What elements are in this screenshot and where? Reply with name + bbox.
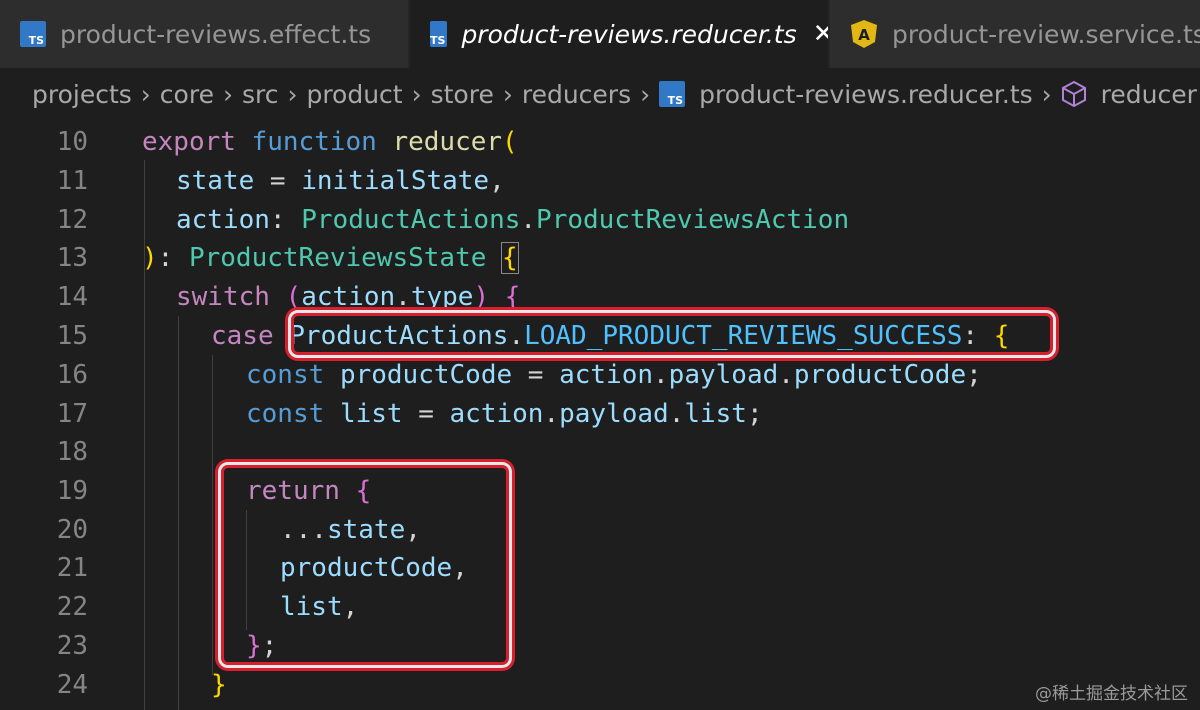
watermark: @稀土掘金技术社区 <box>1035 684 1188 704</box>
line-number: 14 <box>56 282 88 312</box>
line-number: 22 <box>56 592 88 622</box>
matched-bracket: { <box>501 242 519 274</box>
breadcrumb-item-src[interactable]: src <box>242 80 279 109</box>
code-line: 24 } <box>0 665 1200 704</box>
code-text: const list = action.payload.list; <box>246 399 763 429</box>
code-line: 12 action: ProductActions.ProductReviews… <box>0 200 1200 239</box>
chevron-right-icon: › <box>640 79 651 109</box>
code-line: 11 state = initialState, <box>0 161 1200 200</box>
code-text: action: ProductActions.ProductReviewsAct… <box>176 205 850 235</box>
line-number: 24 <box>56 670 88 700</box>
symbol-method-icon <box>1061 80 1087 108</box>
code-text: state = initialState, <box>176 166 505 196</box>
svg-text:A: A <box>858 26 870 44</box>
line-number: 17 <box>56 399 88 429</box>
code-line: 19 return { <box>0 471 1200 510</box>
chevron-right-icon: › <box>1041 79 1052 109</box>
code-line: 17 const list = action.payload.list; <box>0 394 1200 433</box>
line-number: 23 <box>56 631 88 661</box>
code-text: ): ProductReviewsState { <box>142 242 519 274</box>
tab-label: product-reviews.effect.ts <box>60 19 372 49</box>
breadcrumb-item-reducers[interactable]: reducers <box>522 80 631 109</box>
line-number: 20 <box>56 515 88 545</box>
code-line: 22 list, <box>0 587 1200 626</box>
line-number: 10 <box>56 127 88 157</box>
editor-tab-bar: TS product-reviews.effect.ts TS product-… <box>0 0 1200 68</box>
tab-label: product-review.service.ts <box>892 19 1200 49</box>
breadcrumb-item-projects[interactable]: projects <box>32 80 132 109</box>
typescript-file-icon: TS <box>20 21 46 47</box>
line-number: 21 <box>56 553 88 583</box>
chevron-right-icon: › <box>411 79 422 109</box>
line-number: 19 <box>56 476 88 506</box>
code-line: 20 ...state, <box>0 510 1200 549</box>
chevron-right-icon: › <box>287 79 298 109</box>
code-text: const productCode = action.payload.produ… <box>246 360 982 390</box>
line-number: 11 <box>56 166 88 196</box>
close-icon[interactable]: ✕ <box>813 19 828 49</box>
tab-product-review-service[interactable]: A product-review.service.ts <box>830 0 1200 68</box>
code-text: } <box>211 670 227 700</box>
breadcrumb-item-product[interactable]: product <box>306 80 402 109</box>
code-line: 13 ): ProductReviewsState { <box>0 238 1200 277</box>
chevron-right-icon: › <box>502 79 513 109</box>
code-text: export function reducer( <box>142 127 518 157</box>
code-line: 16 const productCode = action.payload.pr… <box>0 355 1200 394</box>
typescript-file-icon: TS <box>659 81 686 107</box>
line-number: 16 <box>56 360 88 390</box>
breadcrumb-item-core[interactable]: core <box>160 80 214 109</box>
highlight-box-case-label <box>288 310 1056 358</box>
code-line: 23 }; <box>0 626 1200 665</box>
code-line: 10 export function reducer( <box>0 122 1200 161</box>
code-editor[interactable]: 10 export function reducer( 11 state = i… <box>0 120 1200 710</box>
angular-file-icon: A <box>850 19 878 49</box>
tab-product-reviews-reducer[interactable]: TS product-reviews.reducer.ts ✕ <box>410 0 828 68</box>
line-number: 13 <box>56 243 88 273</box>
breadcrumb: projects › core › src › product › store … <box>0 68 1200 120</box>
breadcrumb-item-file[interactable]: product-reviews.reducer.ts <box>699 80 1033 109</box>
code-line: 21 productCode, <box>0 548 1200 587</box>
chevron-right-icon: › <box>222 79 233 109</box>
code-line: 18 <box>0 432 1200 471</box>
line-number: 18 <box>56 437 88 467</box>
breadcrumb-item-symbol[interactable]: reducer <box>1101 80 1197 109</box>
line-number: 12 <box>56 205 88 235</box>
highlight-box-return-block <box>218 462 512 668</box>
typescript-file-icon: TS <box>430 21 448 47</box>
breadcrumb-item-store[interactable]: store <box>431 80 494 109</box>
tab-label: product-reviews.reducer.ts <box>461 19 797 49</box>
line-number: 15 <box>56 321 88 351</box>
chevron-right-icon: › <box>140 79 151 109</box>
tab-product-reviews-effect[interactable]: TS product-reviews.effect.ts <box>0 0 408 68</box>
